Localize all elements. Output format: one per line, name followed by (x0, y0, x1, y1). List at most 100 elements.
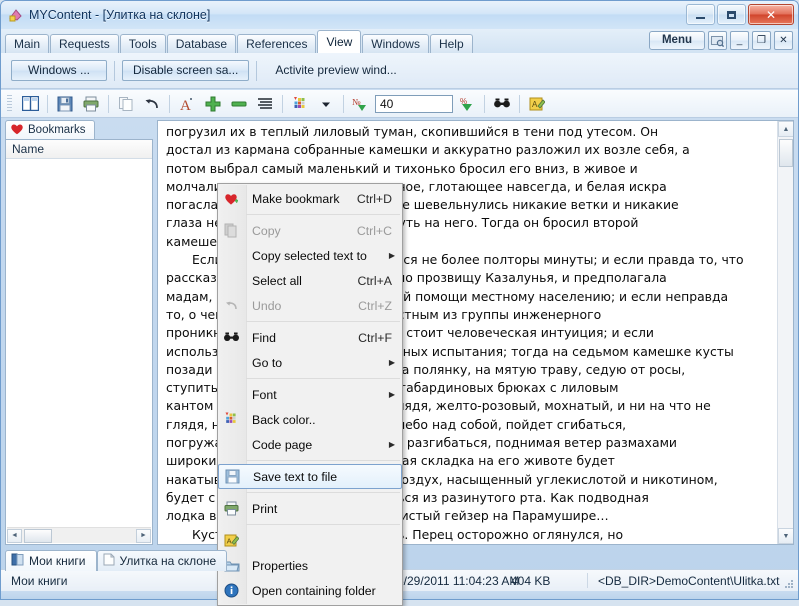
menu-item-label: Find (252, 330, 276, 345)
doc-tab-ulitka[interactable]: Улитка на склоне (96, 550, 228, 571)
activate-preview-window-button[interactable]: Activite preview wind... (264, 60, 407, 81)
print-icon[interactable] (79, 93, 103, 115)
text-vertical-scrollbar[interactable]: ▲ ▼ (777, 121, 793, 544)
svg-text:A: A (180, 98, 191, 112)
menu-item-label: Print (252, 501, 278, 516)
undo-icon (218, 293, 245, 318)
zoom-out-icon[interactable] (227, 93, 251, 115)
menu-item-find[interactable]: Find Ctrl+F (218, 325, 402, 350)
scroll-right-icon[interactable]: ► (136, 528, 151, 543)
menu-tab-references[interactable]: References (237, 34, 317, 53)
scroll-left-icon[interactable]: ◄ (7, 528, 22, 543)
menu-tab-view[interactable]: View (317, 30, 362, 53)
color-palette-icon (218, 407, 245, 432)
menu-tab-database[interactable]: Database (166, 34, 237, 53)
menu-item-noicon (218, 432, 245, 457)
menu-item-font[interactable]: Font ▶ (218, 382, 402, 407)
menu-item-noicon (218, 243, 245, 268)
scroll-thumb-vertical[interactable] (779, 139, 793, 167)
doc-tab-my-books[interactable]: Мои книги (5, 550, 97, 571)
menu-item-back-color[interactable]: Back color.. (218, 407, 402, 432)
status-path: <DB_DIR>DemoContent\Ulitka.txt (598, 573, 780, 588)
menu-item-accel: Ctrl+Z (358, 298, 392, 313)
menu-item-accel: Ctrl+D (356, 191, 392, 206)
menu-item-copy-selected-text-to[interactable]: Copy selected text to ▶ (218, 243, 402, 268)
font-icon[interactable]: A (175, 93, 199, 115)
menu-item-print[interactable]: Print (218, 496, 402, 521)
menu-item-go-to[interactable]: Go to ▶ (218, 350, 402, 375)
menu-tab-requests[interactable]: Requests (50, 34, 119, 53)
menu-tab-help[interactable]: Help (429, 34, 473, 53)
window-minimize-button[interactable] (686, 4, 715, 25)
bookmarks-list[interactable] (6, 159, 152, 519)
screenshot-icon[interactable] (708, 31, 727, 50)
ribbon-separator-1 (114, 60, 115, 81)
bookmarks-horizontal-scrollbar[interactable]: ◄ ► (7, 527, 151, 543)
save-icon (219, 464, 246, 489)
toolbar-separator-5 (343, 94, 344, 113)
scroll-up-icon[interactable]: ▲ (778, 121, 793, 137)
properties-icon[interactable]: A (525, 93, 549, 115)
menu-item-label: Undo (252, 298, 282, 313)
menu-item-code-page[interactable]: Code page ▶ (218, 432, 402, 457)
numbering-icon[interactable]: № (349, 93, 373, 115)
print-icon (218, 496, 245, 521)
menu-item-show-information[interactable]: Open containing folder (218, 578, 402, 603)
window-close-button[interactable]: ✕ (748, 4, 794, 25)
menu-item-select-all[interactable]: Select all Ctrl+A (218, 268, 402, 293)
undo-icon[interactable] (140, 93, 164, 115)
find-icon[interactable] (490, 93, 514, 115)
toolbar-separator-7 (519, 94, 520, 113)
align-icon[interactable] (253, 93, 277, 115)
menu-separator (246, 524, 400, 525)
zoom-input[interactable]: 40 (375, 94, 453, 113)
resize-grip[interactable] (783, 578, 795, 590)
menu-separator (246, 492, 400, 493)
info-icon (218, 578, 245, 603)
mdi-close-button[interactable]: ✕ (774, 31, 793, 50)
bookmarks-column-header[interactable]: Name (6, 140, 152, 159)
mdi-restore-button[interactable]: ❐ (752, 31, 771, 50)
disable-screen-saver-button[interactable]: Disable screen sa... (122, 60, 250, 81)
svg-text:A: A (227, 537, 232, 546)
menu-separator (246, 460, 400, 461)
copy-icon[interactable] (114, 93, 138, 115)
menu-button[interactable]: Menu (648, 31, 705, 50)
scroll-thumb[interactable] (24, 528, 52, 543)
window-maximize-button[interactable] (717, 4, 746, 25)
menu-item-label: Select all (252, 273, 302, 288)
zoom-in-icon[interactable] (201, 93, 225, 115)
mdi-minimize-button[interactable]: _ (730, 31, 749, 50)
heart-icon (10, 123, 24, 138)
panel-toggle-icon[interactable] (18, 93, 42, 115)
bookmark-heart-icon (218, 186, 245, 211)
menu-item-properties[interactable]: A (218, 528, 402, 553)
menu-item-accel: Ctrl+C (356, 223, 392, 238)
dropdown-arrow-icon[interactable] (314, 93, 338, 115)
submenu-arrow-icon: ▶ (388, 440, 395, 449)
menu-item-noicon (218, 350, 245, 375)
menu-item-open-containing-folder[interactable]: Properties (218, 553, 402, 578)
color-palette-icon[interactable] (288, 93, 312, 115)
scroll-down-icon[interactable]: ▼ (778, 528, 793, 544)
menu-item-label: Save text to file (253, 469, 338, 484)
svg-text:A: A (532, 100, 538, 109)
doc-line: потом выбрал самый маленький и тихонько … (166, 160, 638, 176)
menu-tab-tools[interactable]: Tools (119, 34, 166, 53)
doc-tab-label: Улитка на склоне (119, 554, 217, 568)
menu-item-undo[interactable]: Undo Ctrl+Z (218, 293, 402, 318)
bookmarks-body: Name ◄ ► (5, 139, 153, 545)
percent-icon[interactable]: % (455, 93, 479, 115)
windows-button[interactable]: Windows ... (11, 60, 107, 81)
toolbar-grip[interactable] (7, 94, 12, 113)
tab-bookmarks[interactable]: Bookmarks (5, 120, 95, 139)
menu-tab-main[interactable]: Main (5, 34, 50, 53)
menu-item-label: Properties (252, 558, 309, 573)
window-controls: ✕ (686, 4, 794, 25)
menu-item-save-text-to-file[interactable]: Save text to file (218, 464, 402, 489)
menu-item-make-bookmark[interactable]: Make bookmark Ctrl+D (218, 186, 402, 211)
save-icon[interactable] (53, 93, 77, 115)
menu-item-copy[interactable]: Copy Ctrl+C (218, 218, 402, 243)
menu-item-label: Make bookmark (252, 191, 340, 206)
menu-tab-windows[interactable]: Windows (362, 34, 429, 53)
